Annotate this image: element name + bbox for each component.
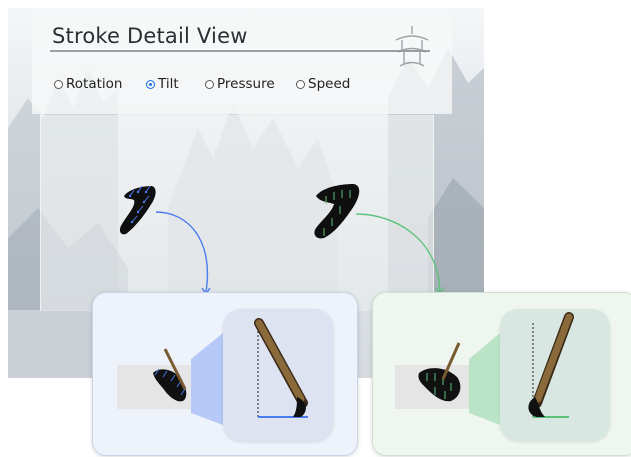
connector-arrow-green [355, 213, 441, 293]
connector-arrow-blue [155, 211, 209, 293]
stroke-right[interactable] [314, 184, 360, 239]
stroke-left[interactable] [119, 185, 156, 235]
tilt-detail-card-green[interactable] [372, 292, 631, 456]
tilt-detail-card-blue[interactable] [92, 292, 358, 456]
